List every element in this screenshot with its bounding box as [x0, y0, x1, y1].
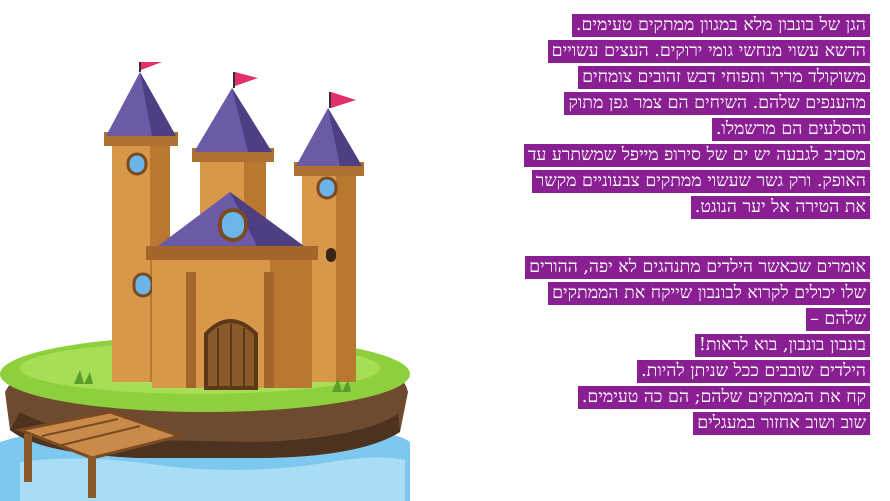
main-hall-pillar-right	[264, 272, 274, 388]
paragraph1-line: הדשא עשוי מנחשי גומי ירוקים. העצים עשויי…	[440, 38, 870, 64]
text-line: בונבון בונבון, בוא לראות!	[694, 334, 870, 357]
paragraph1-line: הגן של בונבון מלא במגוון ממתקים טעימים.	[440, 12, 870, 38]
text-line: הדשא עשוי מנחשי גומי ירוקים. העצים עשויי…	[547, 40, 870, 63]
story-text: הגן של בונבון מלא במגוון ממתקים טעימים. …	[440, 12, 870, 436]
paragraph1-line: מסביב לגבעה יש ים של סירופ מייפל שמשתרע …	[440, 142, 870, 168]
paragraph2-line: אומרים שכאשר הילדים מתנהגים לא יפה, ההור…	[440, 254, 870, 280]
left-tower-window	[126, 152, 148, 176]
paragraph2-line: הילדים שובבים ככל שניתן להיות.	[440, 358, 870, 384]
text-line: את הטירה אל יער הנוגט.	[690, 196, 870, 219]
paragraph1-line: והסלעים הם מרשמלו.	[440, 116, 870, 142]
main-hall-window	[218, 208, 248, 242]
paragraph2-line: שלהם –	[440, 306, 870, 332]
main-hall-pillar-left	[186, 272, 196, 388]
right-flag	[331, 92, 356, 108]
text-line: מסביב לגבעה יש ים של סירופ מייפל שמשתרע …	[523, 144, 870, 167]
paragraph2-line: שוב ושוב אחזור במעגלים	[440, 410, 870, 436]
text-line: משוקולד מריר ותפוחי דבש זהובים צומחים	[578, 66, 870, 89]
text-line: הגן של בונבון מלא במגוון ממתקים טעימים.	[571, 14, 870, 37]
paragraph1-line: משוקולד מריר ותפוחי דבש זהובים צומחים	[440, 64, 870, 90]
text-line: שוב ושוב אחזור במעגלים	[693, 412, 870, 435]
right-tower-shade	[336, 172, 356, 382]
paragraph1-line: את הטירה אל יער הנוגט.	[440, 194, 870, 220]
text-line: הילדים שובבים ככל שניתן להיות.	[637, 360, 870, 383]
text-line: והסלעים הם מרשמלו.	[711, 118, 870, 141]
paragraph1-line: האופק. ורק גשר שעשוי ממתקים צבעוניים מקש…	[440, 168, 870, 194]
paragraph2-line: שלו יכולים לקרוא לבונבון שייקח את הממתקי…	[440, 280, 870, 306]
left-flag	[141, 62, 162, 70]
paragraph1-line: מהענפים שלהם. השיחים הם צמר גפן מתוק	[440, 90, 870, 116]
dock-post-left	[24, 434, 32, 482]
castle-illustration	[0, 62, 410, 501]
text-line: קח את הממתקים שלהם; הם כה טעימים.	[577, 386, 870, 409]
main-hall-beam	[146, 246, 318, 260]
right-tower-window	[316, 176, 338, 200]
dock-post-right	[88, 456, 96, 498]
text-line: אומרים שכאשר הילדים מתנהגים לא יפה, ההור…	[525, 256, 870, 279]
paragraph2-line: קח את הממתקים שלהם; הם כה טעימים.	[440, 384, 870, 410]
main-hall-shade	[270, 250, 312, 388]
left-tower-window-lower	[132, 272, 154, 298]
text-line: שלהם –	[806, 308, 870, 331]
text-line: שלו יכולים לקרוא לבונבון שייקח את הממתקי…	[548, 282, 870, 305]
text-line: האופק. ורק גשר שעשוי ממתקים צבעוניים מקש…	[531, 170, 870, 193]
text-line: מהענפים שלהם. השיחים הם צמר גפן מתוק	[564, 92, 870, 115]
paragraph2-line: בונבון בונבון, בוא לראות!	[440, 332, 870, 358]
right-tower-window-lower	[326, 248, 336, 262]
center-flag	[235, 72, 258, 86]
